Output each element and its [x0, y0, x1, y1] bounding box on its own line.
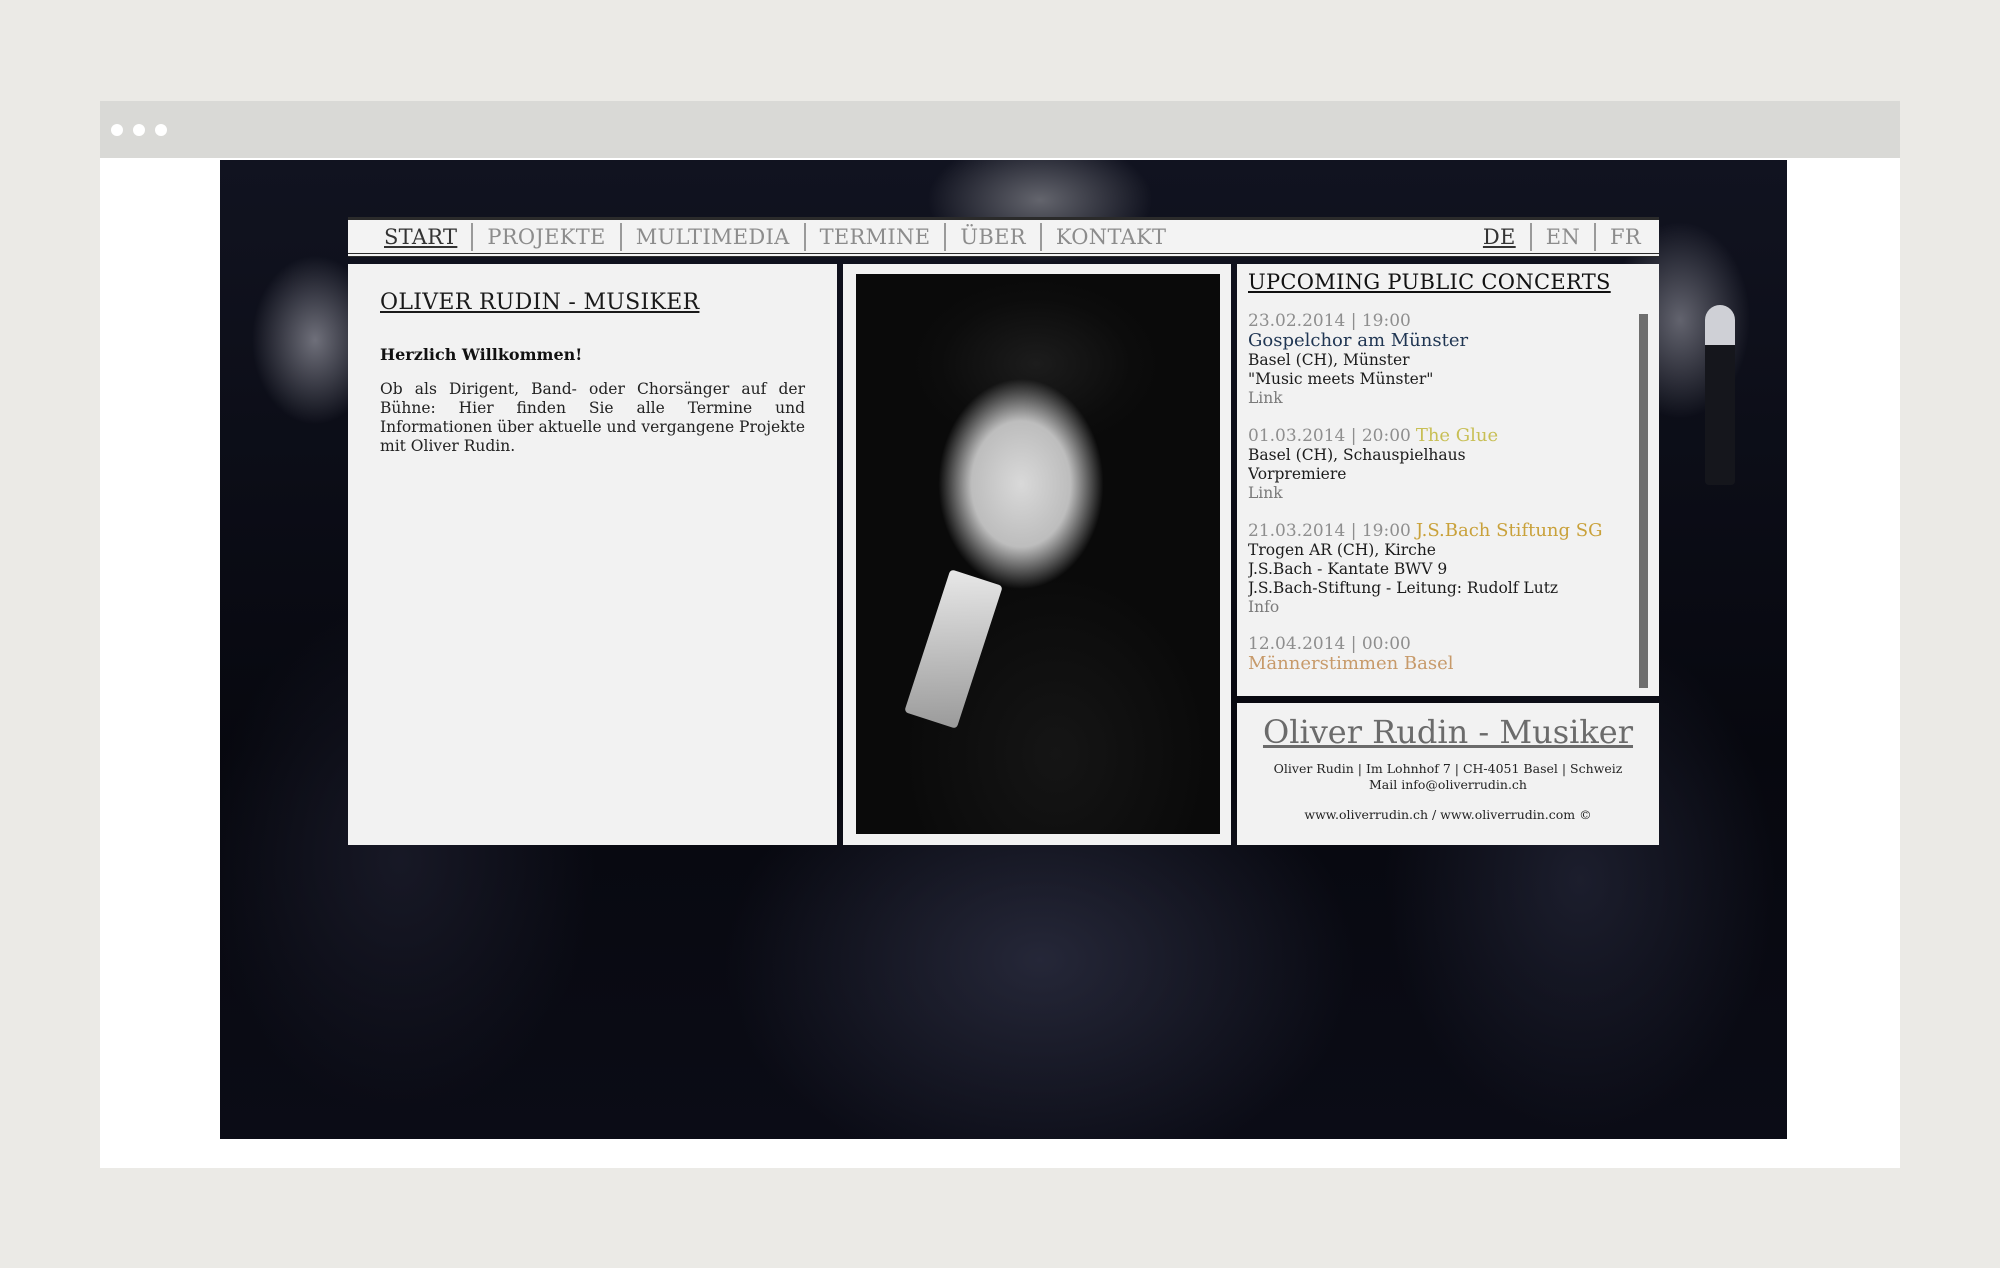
concert-datetime: 21.03.2014 | 19:00	[1248, 521, 1411, 541]
window-dot-icon	[111, 124, 123, 136]
concerts-scrollbar[interactable]	[1639, 314, 1648, 688]
concert-link[interactable]: Link	[1248, 389, 1633, 408]
concerts-list[interactable]: 23.02.2014 | 19:00 Gospelchor am Münster B…	[1248, 312, 1633, 692]
nav-item-über[interactable]: ÜBER	[946, 223, 1042, 251]
window-dot-icon	[133, 124, 145, 136]
concert-link[interactable]: Link	[1248, 484, 1633, 503]
nav-item-termine[interactable]: TERMINE	[806, 223, 947, 251]
concert-header: 01.03.2014 | 20:00 The Glue	[1248, 426, 1633, 446]
concert-item: 21.03.2014 | 19:00 J.S.Bach Stiftung SG T…	[1248, 521, 1633, 617]
contact-mail[interactable]: Mail info@oliverrudin.ch	[1237, 777, 1659, 793]
concert-item: 23.02.2014 | 19:00 Gospelchor am Münster B…	[1248, 312, 1633, 408]
concert-detail: J.S.Bach-Stiftung - Leitung: Rudolf Lutz	[1248, 579, 1559, 597]
concert-header: 21.03.2014 | 19:00 J.S.Bach Stiftung SG	[1248, 521, 1633, 541]
concert-datetime: 23.02.2014 | 19:00	[1248, 312, 1411, 331]
portrait-photo	[856, 274, 1220, 834]
concert-detail: Basel (CH), Schauspielhaus	[1248, 446, 1466, 464]
concert-item: 01.03.2014 | 20:00 The Glue Basel (CH), S…	[1248, 426, 1633, 503]
language-en[interactable]: EN	[1532, 223, 1597, 251]
concert-detail: Vorpremiere	[1248, 465, 1347, 483]
website-viewport: START PROJEKTE MULTIMEDIA TERMINE ÜBER KONTAK…	[220, 160, 1787, 1139]
concert-detail: Trogen AR (CH), Kirche	[1248, 541, 1436, 559]
concert-link[interactable]: Info	[1248, 598, 1633, 617]
concert-header: 12.04.2014 | 00:00	[1248, 635, 1633, 654]
concert-name[interactable]: Männerstimmen Basel	[1248, 653, 1454, 674]
browser-title-bar	[100, 101, 1900, 158]
page-title: OLIVER RUDIN - MUSIKER	[380, 290, 700, 315]
language-switcher: DE EN FR	[1469, 220, 1655, 254]
contact-address: Oliver Rudin | Im Lohnhof 7 | CH-4051 Ba…	[1273, 761, 1623, 776]
portrait-panel	[843, 264, 1231, 845]
contact-websites[interactable]: www.oliverrudin.ch / www.oliverrudin.com…	[1237, 807, 1659, 822]
nav-menu: START PROJEKTE MULTIMEDIA TERMINE ÜBER KONTAK…	[370, 220, 1180, 254]
main-navigation: START PROJEKTE MULTIMEDIA TERMINE ÜBER KONTAK…	[348, 217, 1659, 257]
intro-panel: OLIVER RUDIN - MUSIKER Herzlich Willkomm…	[348, 264, 837, 845]
nav-item-multimedia[interactable]: MULTIMEDIA	[622, 223, 806, 251]
contact-panel: Oliver Rudin - Musiker Oliver Rudin | Im…	[1237, 703, 1659, 845]
nav-item-kontakt[interactable]: KONTAKT	[1042, 223, 1181, 251]
concert-name[interactable]: The Glue	[1416, 425, 1498, 446]
portrait-collar-shape	[904, 569, 1003, 729]
concerts-title: UPCOMING PUBLIC CONCERTS	[1248, 270, 1611, 294]
concert-name[interactable]: J.S.Bach Stiftung SG	[1416, 520, 1603, 541]
concert-item: 12.04.2014 | 00:00 Männerstimmen Basel	[1248, 635, 1633, 674]
microphone-image	[1705, 305, 1735, 485]
welcome-heading: Herzlich Willkommen!	[380, 345, 583, 364]
concert-detail: J.S.Bach - Kantate BWV 9	[1248, 560, 1448, 578]
nav-item-start[interactable]: START	[370, 223, 474, 251]
concert-detail: "Music meets Münster"	[1248, 370, 1434, 388]
concert-name[interactable]: Gospelchor am Münster	[1248, 330, 1468, 351]
concert-name-row: Männerstimmen Basel	[1248, 654, 1633, 674]
window-dot-icon	[155, 124, 167, 136]
nav-item-projekte[interactable]: PROJEKTE	[473, 223, 622, 251]
concert-datetime: 01.03.2014 | 20:00	[1248, 426, 1411, 446]
language-de[interactable]: DE	[1469, 223, 1532, 251]
browser-window: START PROJEKTE MULTIMEDIA TERMINE ÜBER KONTAK…	[100, 101, 1900, 1168]
concert-detail: Basel (CH), Münster	[1248, 351, 1410, 369]
intro-text: Ob als Dirigent, Band- oder Chorsänger a…	[380, 380, 805, 455]
concerts-panel: UPCOMING PUBLIC CONCERTS 23.02.2014 | 19…	[1237, 264, 1659, 696]
language-fr[interactable]: FR	[1596, 223, 1655, 251]
concert-header: 23.02.2014 | 19:00	[1248, 312, 1633, 331]
concert-name-row: Gospelchor am Münster	[1248, 331, 1633, 351]
concert-datetime: 12.04.2014 | 00:00	[1248, 634, 1411, 654]
contact-title-link[interactable]: Oliver Rudin - Musiker	[1237, 713, 1659, 751]
scrollbar-thumb[interactable]	[1639, 314, 1648, 688]
